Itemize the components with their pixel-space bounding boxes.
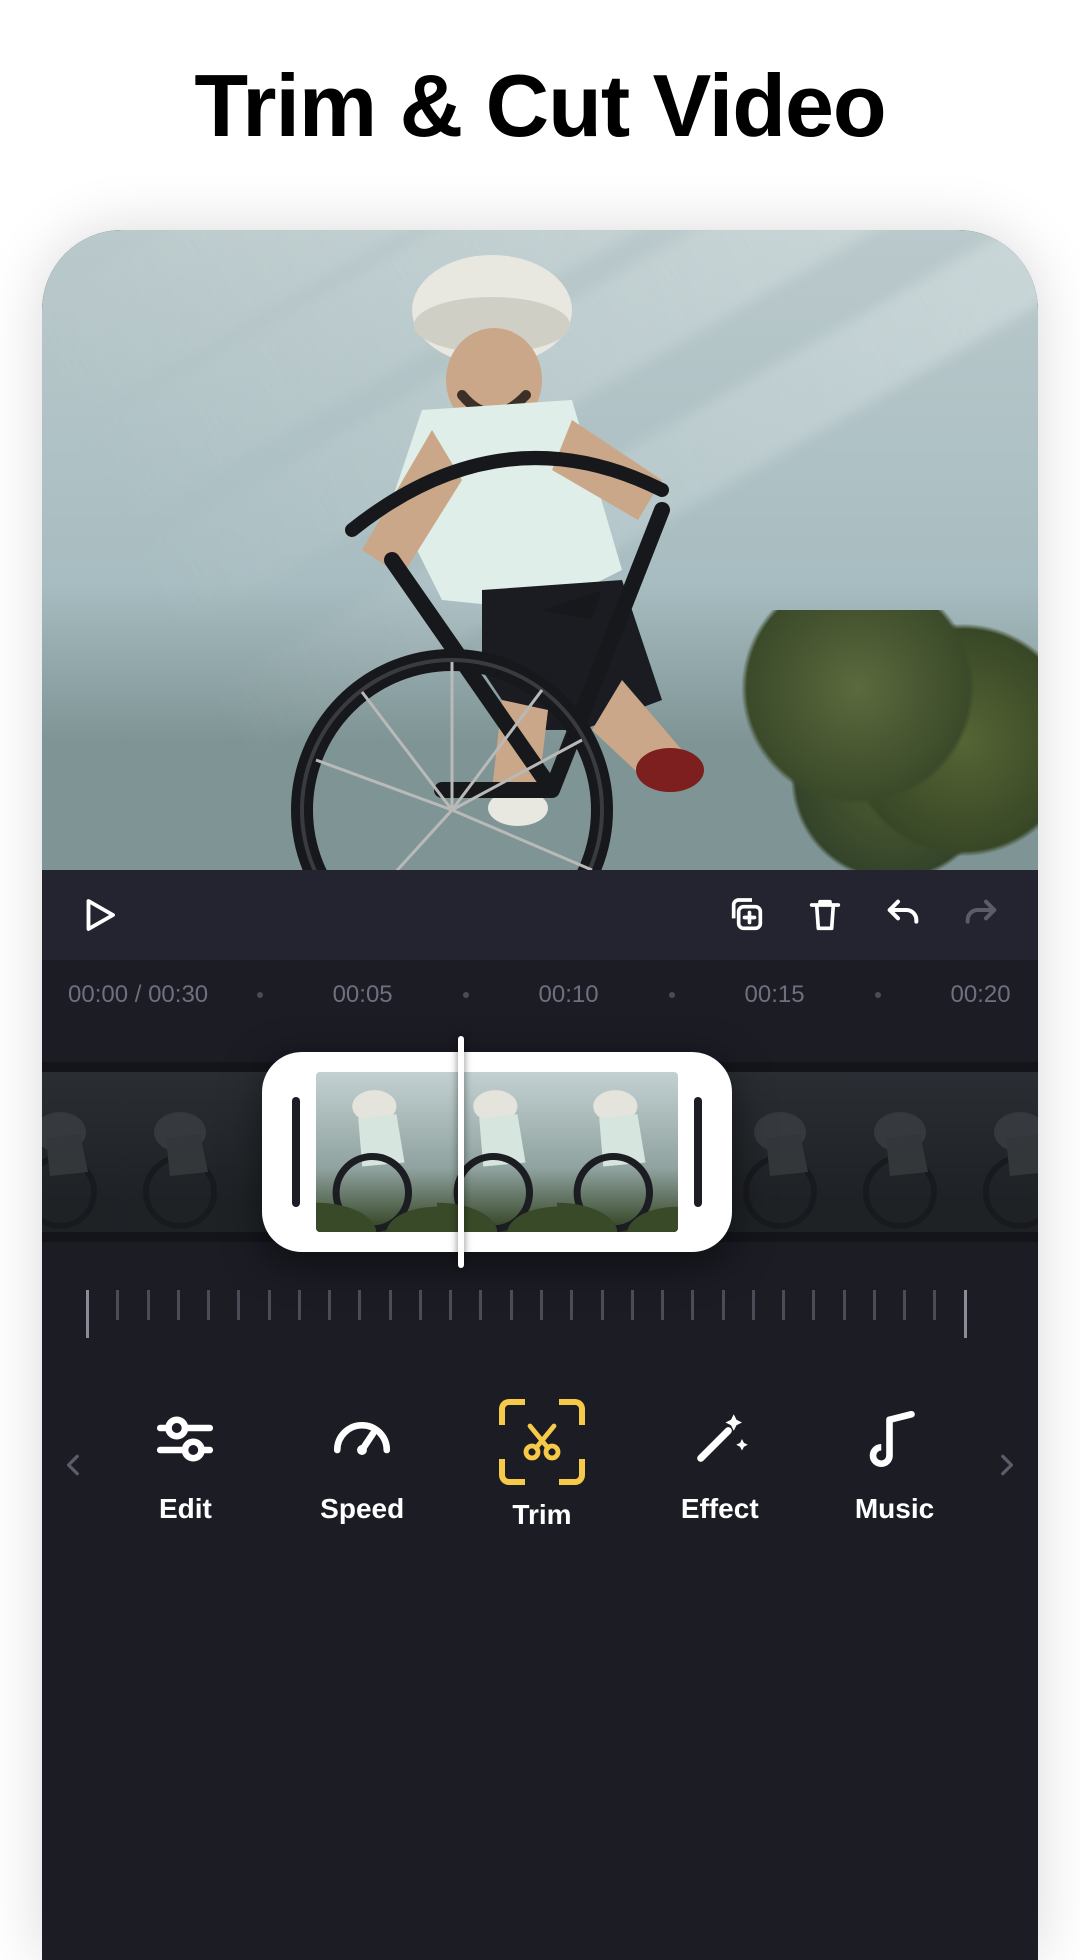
trim-thumb (437, 1072, 558, 1232)
bottom-toolbar: Edit Speed (42, 1370, 1038, 1560)
trim-window[interactable] (262, 1052, 732, 1252)
tool-effect[interactable]: Effect (680, 1399, 760, 1531)
frame-ticks (42, 1290, 1038, 1350)
magic-wand-icon (680, 1399, 760, 1479)
video-preview[interactable] (42, 230, 1038, 870)
timeline-thumb (120, 1072, 240, 1232)
tool-label: Music (855, 1493, 934, 1525)
trim-thumb (316, 1072, 437, 1232)
ruler-mark: 00:10 (517, 981, 620, 1009)
trim-handle-left[interactable] (292, 1097, 300, 1207)
ruler-mark: 00:15 (723, 981, 826, 1009)
timeline-thumb (720, 1072, 840, 1232)
current-time: 00:00 (68, 981, 128, 1008)
delete-button[interactable] (796, 886, 854, 944)
tool-edit[interactable]: Edit (145, 1399, 225, 1531)
ruler-mark: 00:20 (929, 981, 1032, 1009)
scissors-icon (499, 1399, 585, 1485)
time-ruler: 00:00 / 00:30 00:05 00:10 00:15 00:20 (42, 960, 1038, 1030)
toolbar-prev-arrow[interactable] (50, 1370, 98, 1560)
playback-bar (42, 870, 1038, 960)
page-headline: Trim & Cut Video (0, 0, 1080, 157)
tool-label: Trim (512, 1499, 571, 1531)
timeline-thumb (840, 1072, 960, 1232)
tool-label: Effect (681, 1493, 759, 1525)
tool-label: Speed (320, 1493, 404, 1525)
tool-label: Edit (159, 1493, 212, 1525)
trim-handle-right[interactable] (694, 1097, 702, 1207)
undo-button[interactable] (874, 886, 932, 944)
ruler-mark: 00:05 (311, 981, 414, 1009)
total-time: 00:30 (148, 981, 208, 1008)
sliders-icon (145, 1399, 225, 1479)
redo-button[interactable] (952, 886, 1010, 944)
play-button[interactable] (70, 886, 128, 944)
trim-thumbs (316, 1072, 678, 1232)
tool-music[interactable]: Music (855, 1399, 935, 1531)
toolbar-next-arrow[interactable] (982, 1370, 1030, 1560)
trees-decor (718, 610, 1038, 870)
time-counter: 00:00 / 00:30 (48, 981, 208, 1009)
tool-speed[interactable]: Speed (320, 1399, 404, 1531)
music-note-icon (855, 1399, 935, 1479)
duplicate-button[interactable] (718, 886, 776, 944)
timeline-thumb (42, 1072, 120, 1232)
timeline (42, 1062, 1038, 1242)
trim-thumb (557, 1072, 678, 1232)
tool-trim[interactable]: Trim (499, 1399, 585, 1531)
gauge-icon (322, 1399, 402, 1479)
phone-frame: 00:00 / 00:30 00:05 00:10 00:15 00:20 (42, 230, 1038, 1960)
timeline-thumb (960, 1072, 1038, 1232)
